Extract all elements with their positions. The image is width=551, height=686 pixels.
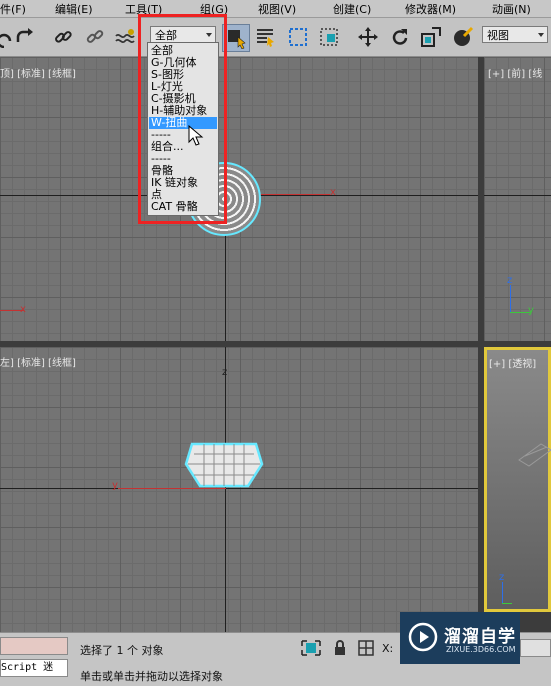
gizmo-y-axis xyxy=(502,603,512,604)
y-axis-label: y xyxy=(112,480,118,491)
redo-button[interactable] xyxy=(12,24,38,50)
link-button[interactable] xyxy=(50,24,76,50)
menu-bar: 件(F) 编辑(E) 工具(T) 组(G) 视图(V) 创建(C) 修改器(M)… xyxy=(0,0,551,18)
coordinate-field[interactable] xyxy=(520,639,551,657)
menu-views[interactable]: 视图(V) xyxy=(258,1,296,17)
maxscript-listener-pink[interactable] xyxy=(0,637,68,655)
prompt-text: 单击或单击并拖动以选择对象 xyxy=(80,670,223,683)
gizmo-x-label: x xyxy=(20,304,26,315)
bind-spacewarp-button[interactable] xyxy=(112,24,138,50)
move-icon xyxy=(358,27,378,47)
selection-lock-button[interactable] xyxy=(330,639,350,657)
viewport-perspective-label[interactable]: [+] [透视] xyxy=(489,355,536,370)
coordinate-system-icon xyxy=(454,26,474,46)
menu-animation[interactable]: 动画(N) xyxy=(492,1,531,17)
transform-type-in-icon xyxy=(358,640,374,656)
watermark-url: ZIXUE.3D66.COM xyxy=(446,645,516,654)
spacewarp-icon xyxy=(115,29,135,44)
menu-file[interactable]: 件(F) xyxy=(0,1,26,17)
perspective-grid-fragment xyxy=(518,443,551,467)
selection-status-text: 选择了 1 个 对象 xyxy=(80,644,164,657)
z-axis-label: z xyxy=(222,367,228,378)
gizmo-y-axis xyxy=(510,312,530,313)
viewport-top[interactable]: 顶] [标准] [线框] x x xyxy=(0,57,478,341)
unlink-button[interactable] xyxy=(82,24,108,50)
window-crossing-button[interactable] xyxy=(316,24,342,50)
chevron-down-icon xyxy=(538,33,544,37)
gizmo-z-label: z xyxy=(499,572,505,583)
rectangular-selection-button[interactable] xyxy=(285,24,311,50)
x-axis-label: x xyxy=(330,187,336,198)
play-logo-icon xyxy=(408,622,438,652)
viewport-front-label[interactable]: [+] [前] [线 xyxy=(488,65,542,80)
viewport-top-label[interactable]: 顶] [标准] [线框] xyxy=(0,65,76,80)
scale-icon xyxy=(421,27,441,47)
rectangular-selection-icon xyxy=(289,28,307,46)
window-crossing-icon xyxy=(320,28,338,46)
rotate-icon xyxy=(392,29,408,45)
menu-create[interactable]: 创建(C) xyxy=(333,1,371,17)
viewport-left[interactable]: 左] [标准] [线框] z y xyxy=(0,347,478,632)
reference-coordinate-button[interactable] xyxy=(450,24,476,50)
scale-button[interactable] xyxy=(418,24,444,50)
menu-edit[interactable]: 编辑(E) xyxy=(55,1,93,17)
maxscript-label: Script 迷 xyxy=(1,662,54,673)
lock-icon xyxy=(335,640,345,655)
unlink-icon xyxy=(86,30,104,43)
gizmo-z-axis xyxy=(502,582,503,604)
link-icon xyxy=(55,31,72,43)
viewport-left-label[interactable]: 左] [标准] [线框] xyxy=(0,354,76,369)
isolate-icon xyxy=(301,640,321,656)
gizmo-z-axis xyxy=(510,285,511,313)
rotate-button[interactable] xyxy=(387,24,413,50)
select-by-name-button[interactable] xyxy=(253,24,279,50)
annotation-highlight-box xyxy=(138,14,227,224)
select-object-icon xyxy=(228,30,246,49)
grid-axis-horizontal xyxy=(484,195,551,196)
isolate-selection-button[interactable] xyxy=(300,639,322,657)
absolute-mode-button[interactable] xyxy=(356,639,376,657)
view-dropdown-value: 视图 xyxy=(487,29,509,42)
maxscript-mini-listener[interactable]: Script 迷 xyxy=(0,659,68,677)
main-toolbar: 全部 视图 xyxy=(0,18,551,57)
gizmo-y-label: y xyxy=(528,305,534,316)
move-button[interactable] xyxy=(355,24,381,50)
gizmo-z-label: z xyxy=(507,275,513,286)
viewport-front[interactable]: [+] [前] [线 z y xyxy=(484,57,551,341)
view-dropdown[interactable]: 视图 xyxy=(482,26,548,43)
x-axis-line xyxy=(250,194,330,195)
menu-modifiers[interactable]: 修改器(M) xyxy=(405,1,456,17)
watermark-logo: 溜溜自学 ZIXUE.3D66.COM xyxy=(400,612,520,664)
selected-object-left[interactable] xyxy=(184,442,264,490)
redo-icon xyxy=(16,28,33,42)
select-by-name-icon xyxy=(257,29,274,47)
watermark-name: 溜溜自学 xyxy=(444,627,516,647)
viewport-perspective[interactable]: [+] [透视] z xyxy=(484,347,551,612)
x-coordinate-label: X: xyxy=(382,642,394,655)
